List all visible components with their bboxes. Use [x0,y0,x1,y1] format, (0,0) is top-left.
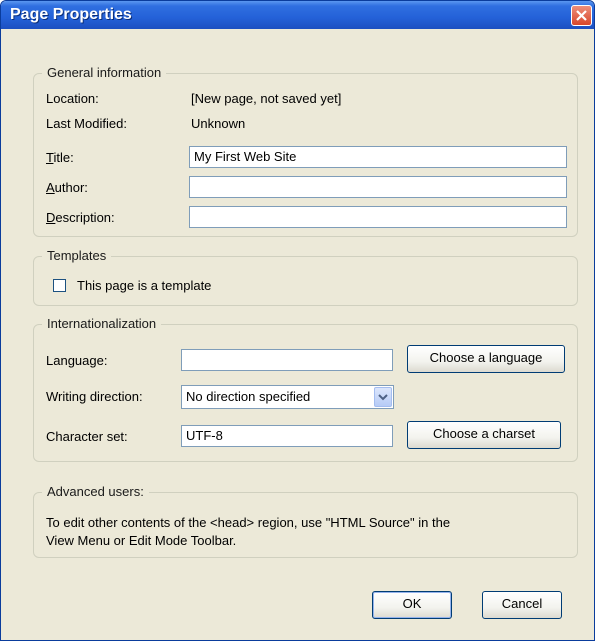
writing-direction-select[interactable]: No direction specified [181,385,394,409]
title-bar[interactable]: Page Properties [1,1,594,29]
templates-group: Templates This page is a template [33,248,578,306]
page-properties-dialog: Page Properties General information Loca… [0,0,595,641]
last-modified-label: Last Modified: [46,116,127,131]
advanced-users-text-line2: View Menu or Edit Mode Toolbar. [46,533,237,548]
character-set-label: Character set: [46,429,128,444]
general-information-group: General information Location: [New page,… [33,65,578,237]
close-icon [576,10,587,21]
internationalization-group: Internationalization Language: Choose a … [33,316,578,462]
last-modified-value: Unknown [191,116,246,131]
title-label: Title: [46,150,74,165]
template-checkbox-label[interactable]: This page is a template [77,278,211,293]
templates-legend: Templates [42,248,112,263]
internationalization-legend: Internationalization [42,316,162,331]
character-set-field[interactable]: UTF-8 [181,425,393,447]
writing-direction-value: No direction specified [186,389,311,404]
cancel-button[interactable]: Cancel [482,591,562,619]
choose-language-button[interactable]: Choose a language [407,345,565,373]
dialog-title: Page Properties [10,6,132,23]
chevron-down-icon [378,394,388,401]
close-button[interactable] [571,5,592,26]
location-label: Location: [46,91,99,106]
language-label: Language: [46,353,108,368]
language-field[interactable] [181,349,393,371]
author-label: Author: [46,180,88,195]
general-information-legend: General information [42,65,167,80]
choose-charset-button[interactable]: Choose a charset [407,421,561,449]
ok-button[interactable]: OK [372,591,452,619]
advanced-users-group: Advanced users: To edit other contents o… [33,484,578,558]
description-field[interactable] [189,206,567,228]
description-label: Description: [46,210,115,225]
title-field[interactable]: My First Web Site [189,146,567,168]
dropdown-arrow-button[interactable] [374,387,392,407]
advanced-users-legend: Advanced users: [42,484,149,499]
template-checkbox[interactable] [53,279,66,292]
location-value: [New page, not saved yet] [191,91,342,106]
writing-direction-label: Writing direction: [46,389,143,404]
advanced-users-text-line1: To edit other contents of the <head> reg… [46,515,451,530]
author-field[interactable] [189,176,567,198]
